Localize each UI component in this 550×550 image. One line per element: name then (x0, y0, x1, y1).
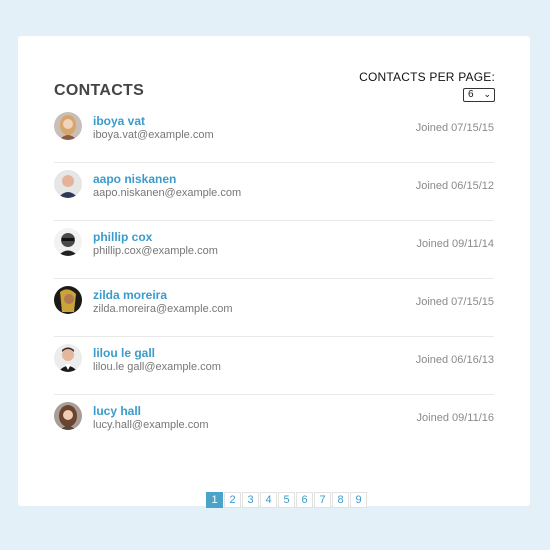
contact-email: zilda.moreira@example.com (93, 303, 233, 315)
avatar (54, 170, 82, 198)
contact-row: phillip cox phillip.cox@example.com Join… (54, 222, 494, 279)
contact-name-link[interactable]: phillip cox (93, 230, 152, 244)
contact-name-link[interactable]: iboya vat (93, 114, 145, 128)
contact-joined-date: Joined 06/16/13 (415, 354, 494, 366)
avatar (54, 402, 82, 430)
contact-email: iboya.vat@example.com (93, 129, 214, 141)
contact-list: iboya vat iboya.vat@example.com Joined 0… (54, 106, 494, 453)
contact-email: aapo.niskanen@example.com (93, 187, 242, 199)
per-page-select[interactable]: 6 ⌄ (463, 88, 495, 102)
page-button-4[interactable]: 4 (260, 492, 277, 508)
page-button-3[interactable]: 3 (242, 492, 259, 508)
contact-row: zilda moreira zilda.moreira@example.com … (54, 280, 494, 337)
page-title: CONTACTS (54, 82, 145, 99)
contact-row: iboya vat iboya.vat@example.com Joined 0… (54, 106, 494, 163)
contact-name-link[interactable]: lilou le gall (93, 346, 155, 360)
contact-joined-date: Joined 07/15/15 (415, 296, 494, 308)
avatar (54, 286, 82, 314)
per-page-value: 6 (468, 89, 474, 100)
page-button-2[interactable]: 2 (224, 492, 241, 508)
contact-row: aapo niskanen aapo.niskanen@example.com … (54, 164, 494, 221)
contact-email: lilou.le gall@example.com (93, 361, 221, 373)
avatar (54, 112, 82, 140)
avatar (54, 228, 82, 256)
contact-joined-date: Joined 06/15/12 (415, 180, 494, 192)
page-button-5[interactable]: 5 (278, 492, 295, 508)
page-button-1[interactable]: 1 (206, 492, 223, 508)
page-button-9[interactable]: 9 (350, 492, 367, 508)
avatar (54, 344, 82, 372)
contact-joined-date: Joined 09/11/16 (416, 412, 494, 424)
contact-row: lilou le gall lilou.le gall@example.com … (54, 338, 494, 395)
page-button-8[interactable]: 8 (332, 492, 349, 508)
contact-email: lucy.hall@example.com (93, 419, 209, 431)
contact-row: lucy hall lucy.hall@example.com Joined 0… (54, 396, 494, 453)
pagination: 1 2 3 4 5 6 7 8 9 (206, 492, 367, 508)
contact-name-link[interactable]: zilda moreira (93, 288, 167, 302)
page-button-7[interactable]: 7 (314, 492, 331, 508)
contact-joined-date: Joined 07/15/15 (415, 122, 494, 134)
page-button-6[interactable]: 6 (296, 492, 313, 508)
contact-name-link[interactable]: lucy hall (93, 404, 141, 418)
chevron-down-icon: ⌄ (483, 89, 491, 99)
contact-email: phillip.cox@example.com (93, 245, 218, 257)
contact-name-link[interactable]: aapo niskanen (93, 172, 176, 186)
per-page-label: CONTACTS PER PAGE: (359, 70, 495, 84)
per-page-control: CONTACTS PER PAGE: 6 ⌄ (359, 70, 495, 102)
contacts-card: CONTACTS CONTACTS PER PAGE: 6 ⌄ iboya va… (18, 36, 530, 508)
contact-joined-date: Joined 09/11/14 (416, 238, 494, 250)
